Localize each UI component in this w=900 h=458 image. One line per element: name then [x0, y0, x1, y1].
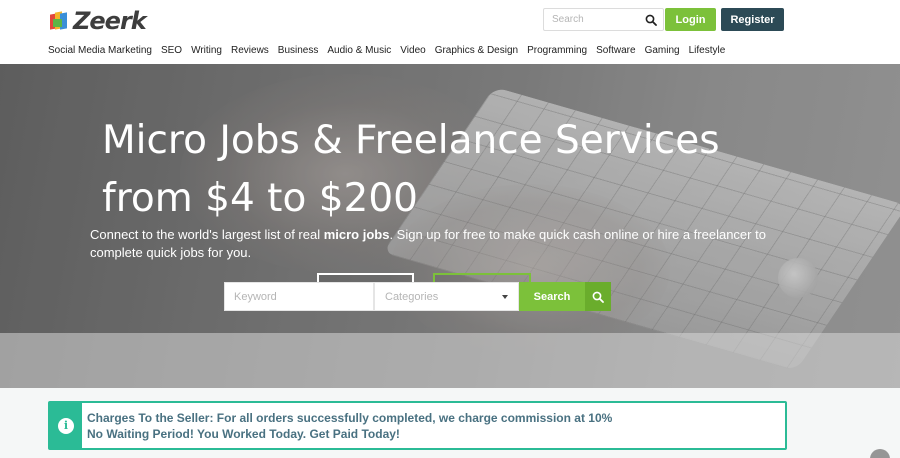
login-button[interactable]: Login	[665, 8, 716, 31]
nav-item-programming[interactable]: Programming	[527, 45, 587, 56]
nav-item-social-media-marketing[interactable]: Social Media Marketing	[48, 45, 152, 56]
category-nav: Social Media Marketing SEO Writing Revie…	[48, 45, 725, 56]
nav-item-graphics-design[interactable]: Graphics & Design	[435, 45, 518, 56]
site-header: Zeerk Login Register Social Media Market…	[0, 0, 900, 64]
hero-subtitle: Connect to the world's largest list of r…	[90, 227, 766, 260]
hero-title-line2: from $4 to $200	[102, 176, 418, 221]
nav-item-gaming[interactable]: Gaming	[645, 45, 680, 56]
hero-title: Micro Jobs & Freelance Services from $4 …	[102, 112, 802, 228]
hero-title-line1: Micro Jobs & Freelance Services	[102, 118, 720, 163]
logo-icon	[50, 10, 70, 32]
search-icon[interactable]	[645, 14, 657, 26]
register-button[interactable]: Register	[721, 8, 784, 31]
nav-item-lifestyle[interactable]: Lifestyle	[689, 45, 726, 56]
hero-subtitle-highlight: micro jobs	[323, 227, 390, 242]
nav-item-software[interactable]: Software	[596, 45, 635, 56]
keyword-field	[224, 282, 374, 311]
header-search-box	[543, 8, 664, 31]
search-submit-icon-button[interactable]	[585, 282, 611, 311]
alert-line-payout: No Waiting Period! You Worked Today. Get…	[87, 427, 400, 441]
logo-text: Zeerk	[73, 7, 147, 35]
search-icon	[592, 291, 604, 303]
nav-item-audio-music[interactable]: Audio & Music	[327, 45, 391, 56]
categories-select[interactable]: Categories	[374, 282, 519, 311]
logo[interactable]: Zeerk	[50, 7, 147, 35]
search-button[interactable]: Search	[519, 282, 585, 311]
keyword-input[interactable]	[225, 283, 365, 310]
chevron-down-icon	[502, 295, 508, 299]
nav-item-video[interactable]: Video	[400, 45, 425, 56]
nav-item-business[interactable]: Business	[278, 45, 319, 56]
hero-banner: Micro Jobs & Freelance Services from $4 …	[0, 64, 900, 388]
nav-item-seo[interactable]: SEO	[161, 45, 182, 56]
nav-item-reviews[interactable]: Reviews	[231, 45, 269, 56]
info-icon: i	[58, 417, 74, 434]
header-search-input[interactable]	[544, 9, 639, 30]
hero-search-band	[0, 333, 900, 388]
categories-select-label: Categories	[385, 290, 439, 303]
alert-line-commission: Charges To the Seller: For all orders su…	[87, 411, 613, 425]
alert-icon-strip: i	[50, 403, 82, 448]
nav-item-writing[interactable]: Writing	[191, 45, 222, 56]
info-alert: i Charges To the Seller: For all orders …	[48, 401, 787, 450]
